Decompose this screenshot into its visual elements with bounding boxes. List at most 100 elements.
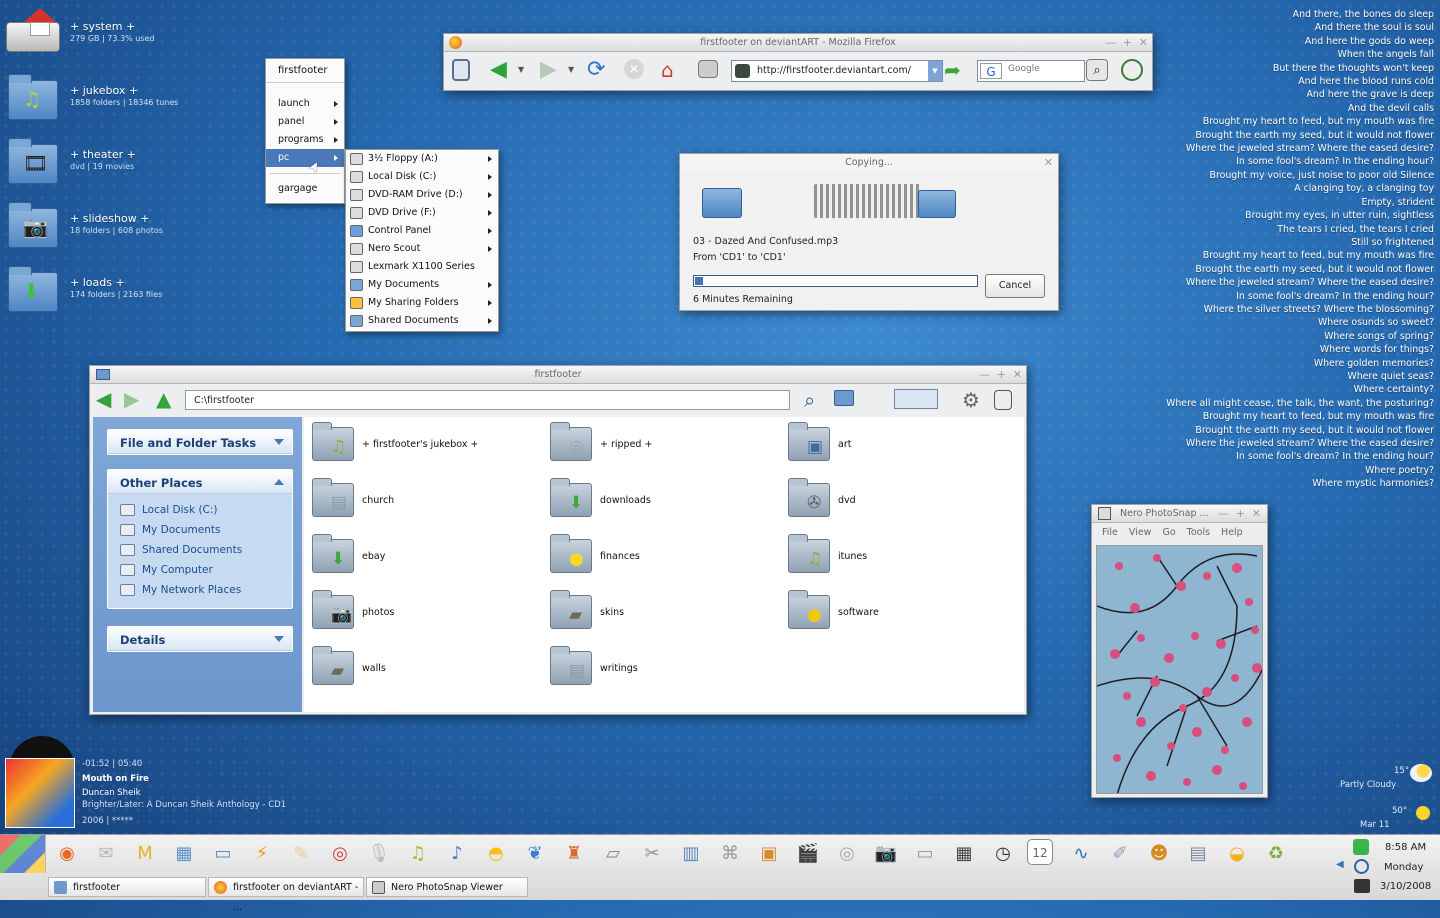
clock-time[interactable]: 8:58 AM [1385, 842, 1426, 853]
back-dropdown-icon[interactable]: ▼ [518, 58, 530, 82]
expand-icon[interactable] [274, 636, 284, 642]
maximize-button[interactable]: + [1123, 37, 1132, 48]
taskbar-button[interactable]: firstfooter [48, 877, 206, 897]
search-box[interactable]: G [977, 60, 1085, 82]
folder-icon[interactable]: ▭ [208, 839, 238, 869]
volume-icon[interactable] [1354, 879, 1370, 893]
taskbar-button[interactable]: Nero PhotoSnap Viewer [366, 877, 528, 897]
forward-button[interactable]: ▶ [124, 387, 148, 411]
desktop-item[interactable]: ♫ + jukebox +1858 folders | 18346 tunes [4, 68, 224, 124]
close-button[interactable]: ✕ [1252, 508, 1261, 519]
menu-tools[interactable]: Tools [1187, 527, 1210, 538]
url-dropdown-icon[interactable]: ▼ [928, 61, 942, 81]
address-bar[interactable]: C:\firstfooter [185, 390, 790, 410]
folder-item[interactable]: ▤ writings [550, 646, 780, 691]
go-button[interactable]: ➦ [944, 58, 968, 82]
folder-item[interactable]: ⬇ ebay [312, 534, 542, 579]
settings-icon[interactable]: ⚙ [962, 388, 986, 412]
hardhat-icon[interactable]: ◓ [481, 839, 511, 869]
folder-item[interactable]: ▣ art [788, 422, 1018, 467]
clock-day[interactable]: Monday [1384, 862, 1423, 873]
minimize-button[interactable]: — [1218, 508, 1229, 519]
submenu-item[interactable]: Shared Documents [346, 312, 498, 330]
folders-icon[interactable] [834, 390, 854, 406]
menu-go[interactable]: Go [1162, 527, 1175, 538]
tray-arrow-icon[interactable]: ◀ [1336, 859, 1344, 870]
brush-icon[interactable]: ✐ [1105, 839, 1135, 869]
back-button[interactable]: ◀ [490, 58, 514, 82]
submenu-item[interactable]: Local Disk (C:) [346, 168, 498, 186]
cancel-button[interactable]: Cancel [985, 274, 1045, 298]
close-button[interactable]: ✕ [1044, 157, 1053, 168]
collapse-icon[interactable] [274, 479, 284, 485]
folder-item[interactable]: ▰ skins [550, 590, 780, 635]
cd-burn-icon[interactable]: ◎ [325, 839, 355, 869]
photosnap-titlebar[interactable]: Nero PhotoSnap ... — + ✕ [1092, 505, 1267, 523]
folder-item[interactable]: ◎ + ripped + [550, 422, 780, 467]
place-link[interactable]: My Computer [108, 560, 292, 580]
menu-item-panel[interactable]: panel [266, 113, 344, 131]
desktop-item[interactable]: + system +279 GB | 73.3% used [4, 4, 224, 60]
users-icon[interactable]: ☻ [1144, 839, 1174, 869]
satellite-icon[interactable]: ◒ [1222, 839, 1252, 869]
camera-icon[interactable]: 📷 [871, 839, 901, 869]
gnome-icon[interactable]: ▤ [1183, 839, 1213, 869]
menu-view[interactable]: View [1129, 527, 1152, 538]
clock-icon[interactable]: ◷ [988, 839, 1018, 869]
expand-icon[interactable] [274, 439, 284, 445]
tools-icon[interactable]: ✂ [637, 839, 667, 869]
print-button[interactable] [698, 60, 718, 78]
close-button[interactable]: ✕ [1013, 369, 1022, 380]
submenu-item[interactable]: My Sharing Folders [346, 294, 498, 312]
search-input[interactable] [1008, 64, 1078, 74]
explorer-titlebar[interactable]: firstfooter — + ✕ [90, 366, 1026, 384]
folder-item[interactable]: ♫ itunes [788, 534, 1018, 579]
search-icon[interactable]: ⌕ [804, 388, 828, 412]
folder-item[interactable]: ● finances [550, 534, 780, 579]
footprints-icon[interactable]: ❦ [520, 839, 550, 869]
menu-help[interactable]: Help [1221, 527, 1243, 538]
firefox-icon[interactable]: ◉ [52, 839, 82, 869]
clapper-icon[interactable]: 🎬 [793, 839, 823, 869]
microphone-icon[interactable]: 🎙 [364, 839, 394, 869]
tray-icon[interactable] [1353, 839, 1369, 855]
submenu-item[interactable]: DVD Drive (F:) [346, 204, 498, 222]
views-toggle[interactable] [894, 389, 938, 409]
desktop-item[interactable]: ⬇ + loads +174 folders | 2163 files [4, 260, 224, 316]
calendar-icon[interactable]: 12 [1027, 839, 1053, 865]
device-icon[interactable] [994, 390, 1012, 410]
minimize-button[interactable]: — [979, 369, 990, 380]
forward-button[interactable]: ▶ [540, 58, 564, 82]
mouse-icon[interactable]: ⌘ [715, 839, 745, 869]
up-button[interactable]: ▲ [156, 387, 180, 411]
submenu-item[interactable]: Lexmark X1100 Series [346, 258, 498, 276]
addon-icon[interactable] [1121, 59, 1143, 81]
maximize-button[interactable]: + [997, 369, 1006, 380]
forward-dropdown-icon[interactable]: ▼ [568, 58, 580, 82]
place-link[interactable]: Local Disk (C:) [108, 500, 292, 520]
url-bar[interactable]: http://firstfooter.deviantart.com/ ▼ [731, 60, 943, 82]
google-icon[interactable]: G [980, 63, 1002, 79]
bookmarks-icon[interactable] [452, 59, 470, 81]
folder-item[interactable]: ▰ walls [312, 646, 542, 691]
home-button[interactable]: ⌂ [661, 58, 685, 82]
recycle-bin-icon[interactable]: ♻ [1261, 839, 1291, 869]
menu-file[interactable]: File [1102, 527, 1118, 538]
mail-icon[interactable]: ✉ [91, 839, 121, 869]
scanner-icon[interactable]: ▱ [598, 839, 628, 869]
menu-item-launch[interactable]: launch [266, 95, 344, 113]
drive-icon[interactable]: ▭ [910, 839, 940, 869]
winamp-icon[interactable]: ⚡ [247, 839, 277, 869]
folder-item[interactable]: ⬇ downloads [550, 478, 780, 523]
music-icon[interactable]: ♫ [403, 839, 433, 869]
place-link[interactable]: My Documents [108, 520, 292, 540]
submenu-item[interactable]: 3½ Floppy (A:) [346, 150, 498, 168]
start-button[interactable] [0, 835, 46, 873]
hardware-icon[interactable]: ▥ [676, 839, 706, 869]
reload-button[interactable]: ⟳ [587, 58, 611, 82]
submenu-item[interactable]: My Documents [346, 276, 498, 294]
notepad-icon[interactable]: ✎ [286, 839, 316, 869]
details-panel[interactable]: Details [107, 626, 293, 652]
calculator-icon[interactable]: ▦ [949, 839, 979, 869]
folder-item[interactable]: 📷 photos [312, 590, 542, 635]
